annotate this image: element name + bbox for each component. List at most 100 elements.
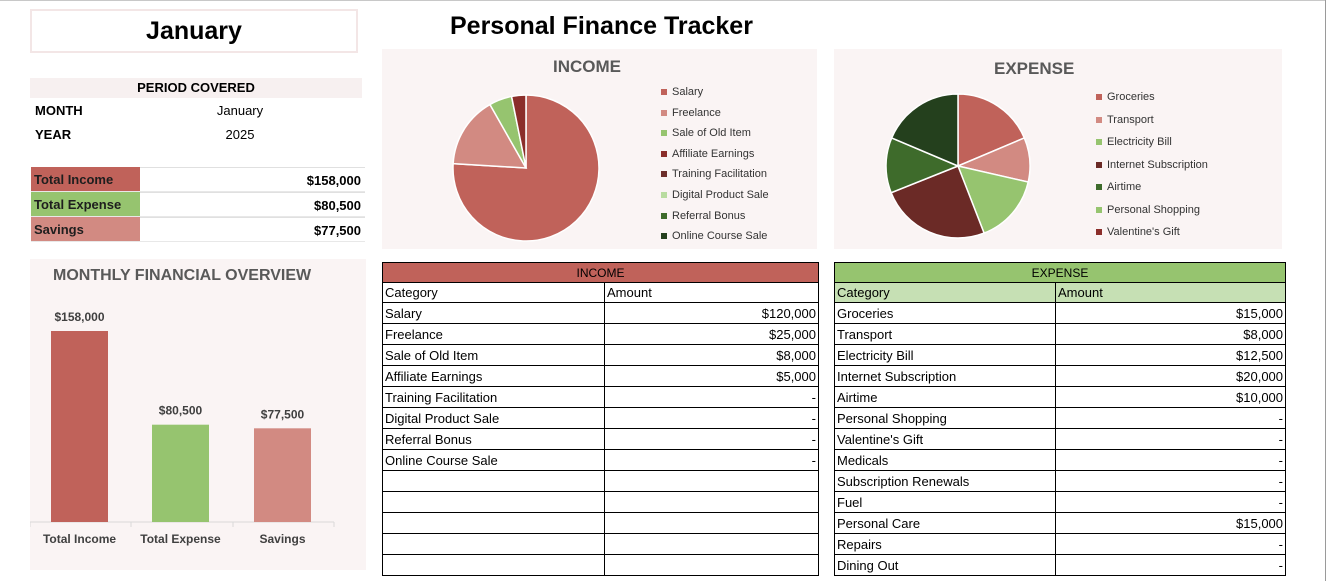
legend-label: Groceries <box>1107 91 1155 103</box>
category-cell[interactable] <box>382 512 605 534</box>
expense-pie-chart[interactable]: EXPENSE Groceries Transport Electricity Bi… <box>834 49 1282 249</box>
amount-cell[interactable] <box>604 470 819 492</box>
bar[interactable] <box>51 331 108 522</box>
amount-cell[interactable]: - <box>1054 449 1287 471</box>
amount-cell[interactable]: $8,000 <box>604 344 819 366</box>
bar[interactable] <box>254 428 311 522</box>
legend-swatch <box>1096 161 1102 168</box>
bar-data-label: $158,000 <box>54 310 104 324</box>
total-expense-value[interactable]: $80,500 <box>139 192 365 216</box>
legend-label: Airtime <box>1107 181 1142 193</box>
category-cell[interactable]: Dining Out <box>834 554 1056 576</box>
amount-cell[interactable] <box>604 512 819 534</box>
category-cell[interactable] <box>382 491 605 513</box>
overview-bar-svg: $158,000 Total Income $80,500 Total Expense… <box>30 310 335 546</box>
amount-cell[interactable]: - <box>1054 407 1287 429</box>
legend-swatch <box>1096 116 1102 123</box>
amount-cell[interactable]: $8,000 <box>1054 323 1287 345</box>
sheet-top-border <box>0 0 1326 1</box>
category-cell[interactable]: Medicals <box>834 449 1056 471</box>
category-cell[interactable]: Fuel <box>834 491 1056 513</box>
category-cell[interactable]: Referral Bonus <box>382 428 605 450</box>
category-cell[interactable]: Salary <box>382 302 605 324</box>
category-cell[interactable]: Affiliate Earnings <box>382 365 605 387</box>
income-pie-chart[interactable]: INCOME Salary Freelance Sale of Old Item Af… <box>382 49 817 249</box>
category-cell[interactable] <box>382 554 605 576</box>
amount-cell[interactable]: - <box>1054 554 1287 576</box>
amount-cell[interactable]: - <box>1054 428 1287 450</box>
savings-value[interactable]: $77,500 <box>139 217 365 241</box>
category-cell[interactable]: Subscription Renewals <box>834 470 1056 492</box>
category-cell[interactable]: Personal Shopping <box>834 407 1056 429</box>
legend-label: Online Course Sale <box>672 230 768 243</box>
category-cell[interactable]: Transport <box>834 323 1056 345</box>
category-cell[interactable]: Digital Product Sale <box>382 407 605 429</box>
category-cell[interactable]: Training Facilitation <box>382 386 605 408</box>
amount-cell[interactable]: - <box>604 449 819 471</box>
table-row: Digital Product Sale - <box>382 407 819 429</box>
amount-cell[interactable]: $10,000 <box>1054 386 1287 408</box>
amount-cell[interactable]: - <box>1054 533 1287 555</box>
legend-item: Internet Subscription <box>1096 159 1208 171</box>
category-cell[interactable]: Airtime <box>834 386 1056 408</box>
period-year-value[interactable]: 2025 <box>155 127 325 142</box>
month-box[interactable]: January <box>30 9 358 53</box>
category-cell[interactable]: Repairs <box>834 533 1056 555</box>
legend-swatch <box>661 130 667 137</box>
monthly-overview-chart[interactable]: MONTHLY FINANCIAL OVERVIEW $158,000 Total… <box>30 259 366 570</box>
category-cell[interactable]: Internet Subscription <box>834 365 1056 387</box>
legend-swatch <box>1096 94 1102 100</box>
table-row: Subscription Renewals - <box>834 470 1287 492</box>
amount-cell[interactable]: - <box>604 407 819 429</box>
bar[interactable] <box>152 424 209 522</box>
amount-cell[interactable] <box>604 554 819 576</box>
legend-swatch <box>661 212 667 219</box>
amount-cell[interactable]: $12,500 <box>1054 344 1287 366</box>
income-table-caption-row: INCOME <box>382 262 819 283</box>
bar-data-label: $80,500 <box>159 404 203 418</box>
category-cell[interactable] <box>382 470 605 492</box>
table-row <box>382 533 819 555</box>
income-table: INCOME Category Amount Salary $120,000 Fre… <box>382 262 819 576</box>
period-year-label: YEAR <box>35 126 72 142</box>
amount-cell[interactable]: $5,000 <box>604 365 819 387</box>
amount-cell[interactable]: $15,000 <box>1054 512 1287 534</box>
amount-cell[interactable]: - <box>1054 470 1287 492</box>
category-cell[interactable]: Sale of Old Item <box>382 344 605 366</box>
legend-swatch <box>1096 206 1102 213</box>
table-row: Sale of Old Item $8,000 <box>382 344 819 366</box>
amount-cell[interactable]: - <box>604 386 819 408</box>
expense-table-header-row: Category Amount <box>834 282 1287 303</box>
table-row: Groceries $15,000 <box>834 302 1287 324</box>
amount-cell[interactable]: $120,000 <box>604 302 819 324</box>
category-cell[interactable]: Freelance <box>382 323 605 345</box>
category-cell[interactable]: Electricity Bill <box>834 344 1056 366</box>
legend-label: Freelance <box>672 106 721 119</box>
amount-cell[interactable]: - <box>604 428 819 450</box>
legend-item: Valentine's Gift <box>1096 226 1180 238</box>
category-cell[interactable]: Online Course Sale <box>382 449 605 471</box>
period-month-value[interactable]: January <box>155 103 325 118</box>
total-income-label: Total Income <box>31 167 140 191</box>
table-row <box>382 470 819 492</box>
legend-label: Salary <box>672 86 704 98</box>
legend-swatch <box>661 89 667 95</box>
amount-cell[interactable] <box>604 533 819 555</box>
total-income-value[interactable]: $158,000 <box>139 167 365 191</box>
legend-item: Sale of Old Item <box>661 127 751 139</box>
amount-cell[interactable] <box>604 491 819 513</box>
category-cell[interactable]: Valentine's Gift <box>834 428 1056 450</box>
amount-cell[interactable]: $25,000 <box>604 323 819 345</box>
amount-cell[interactable]: $20,000 <box>1054 365 1287 387</box>
table-row: Fuel - <box>834 491 1287 513</box>
category-cell[interactable]: Groceries <box>834 302 1056 324</box>
period-month-row: MONTH January <box>30 98 362 122</box>
legend-label: Electricity Bill <box>1107 136 1172 148</box>
category-cell[interactable]: Personal Care <box>834 512 1056 534</box>
table-row: Electricity Bill $12,500 <box>834 344 1287 366</box>
category-cell[interactable] <box>382 533 605 555</box>
period-year-row: YEAR 2025 <box>30 122 362 146</box>
amount-cell[interactable]: $15,000 <box>1054 302 1287 324</box>
income-header-category: Category <box>382 282 605 303</box>
amount-cell[interactable]: - <box>1054 491 1287 513</box>
